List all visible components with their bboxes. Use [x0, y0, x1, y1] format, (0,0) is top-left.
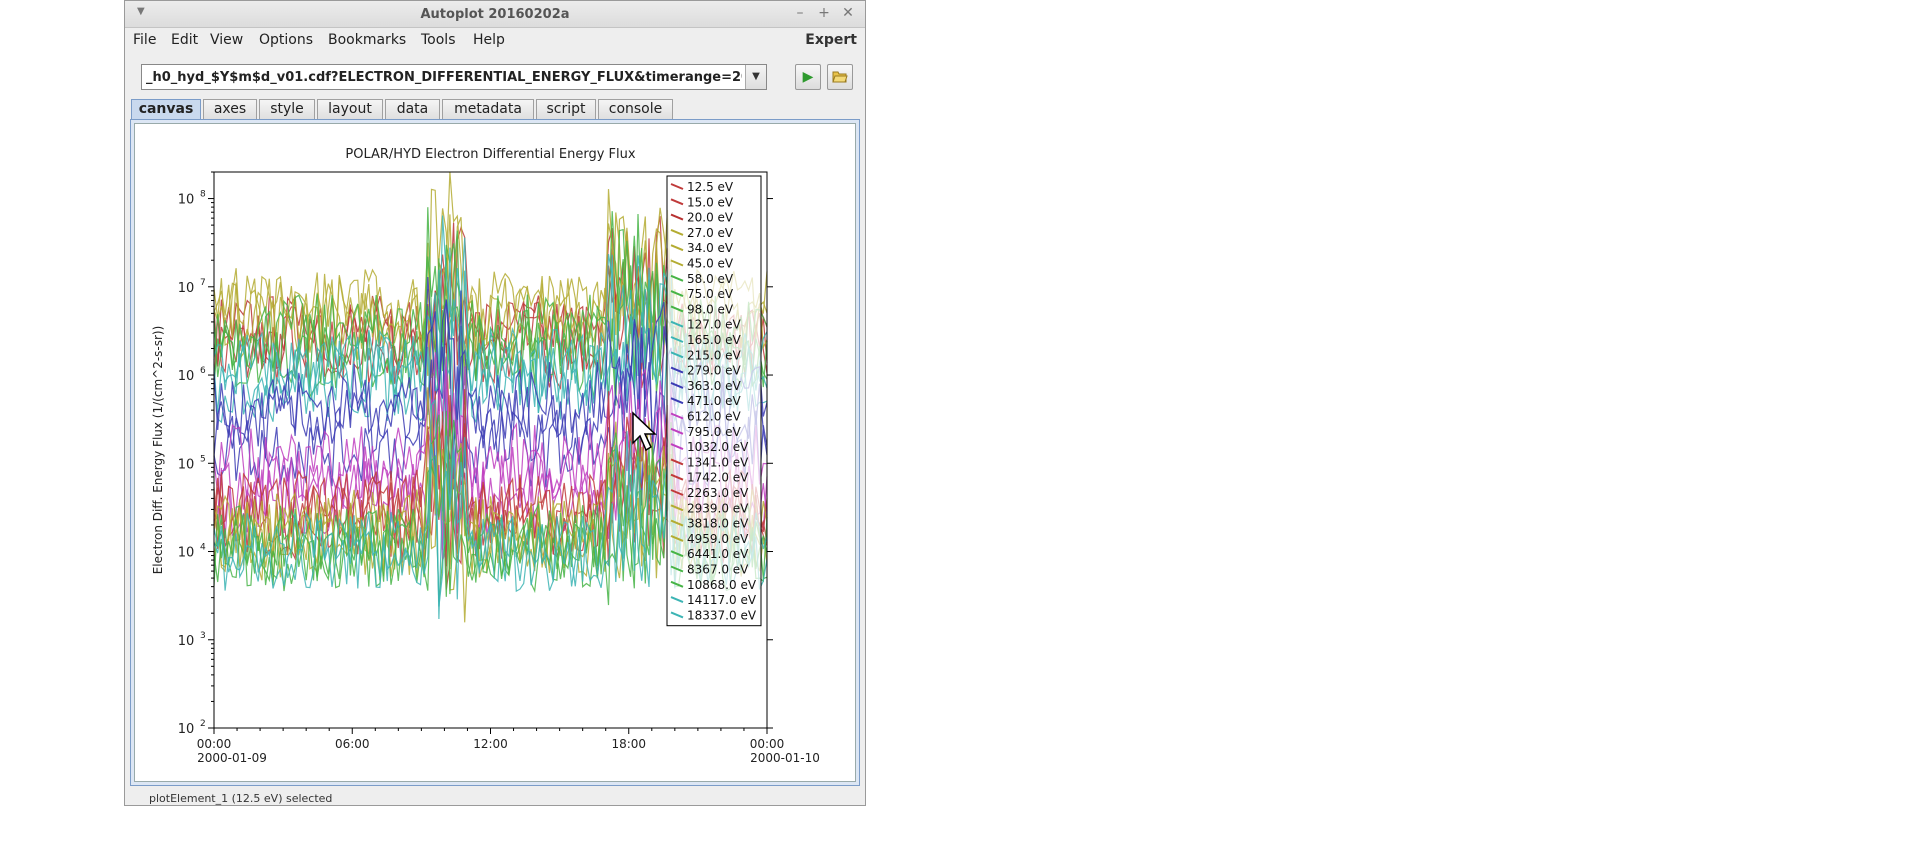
menu-view[interactable]: View: [210, 28, 243, 52]
y-tick-exponent: 2: [200, 719, 206, 729]
y-tick-label: 10: [178, 634, 195, 649]
menu-bar: File Edit View Options Bookmarks Tools H…: [125, 28, 865, 52]
canvas-panel: POLAR/HYD Electron Differential Energy F…: [130, 119, 860, 786]
expert-toggle[interactable]: Expert: [805, 28, 857, 52]
status-bar: plotElement_1 (12.5 eV) selected: [125, 791, 865, 807]
tab-layout[interactable]: layout: [317, 99, 383, 119]
y-tick-label: 10: [178, 722, 195, 737]
menu-bookmarks[interactable]: Bookmarks: [328, 28, 406, 52]
plot-area[interactable]: POLAR/HYD Electron Differential Energy F…: [135, 124, 857, 783]
x-tick-label: 12:00: [473, 737, 508, 751]
tab-metadata[interactable]: metadata: [442, 99, 534, 119]
x-tick-date-label: 2000-01-10: [750, 751, 820, 765]
legend-label: 6441.0 eV: [687, 547, 749, 561]
x-tick-label: 18:00: [611, 737, 646, 751]
play-icon: ▶: [802, 69, 814, 85]
maximize-icon[interactable]: +: [815, 4, 833, 22]
menu-help[interactable]: Help: [473, 28, 505, 52]
y-axis-label: Electron Diff. Energy Flux (1/(cm^2-s-sr…: [151, 326, 165, 575]
legend-label: 18337.0 eV: [687, 608, 757, 622]
y-tick-exponent: 4: [200, 543, 206, 553]
title-bar[interactable]: ▼ Autoplot 20160202a – + ✕: [125, 1, 865, 28]
y-tick-label: 10: [178, 193, 195, 208]
tab-canvas[interactable]: canvas: [131, 99, 201, 119]
y-tick-label: 10: [178, 369, 195, 384]
menu-edit[interactable]: Edit: [171, 28, 198, 52]
legend-label: 165.0 eV: [687, 333, 742, 347]
y-tick-label: 10: [178, 546, 195, 561]
legend-label: 8367.0 eV: [687, 563, 749, 577]
tab-style[interactable]: style: [259, 99, 315, 119]
legend-label: 471.0 eV: [687, 394, 742, 408]
y-tick-exponent: 3: [200, 631, 206, 641]
legend-label: 98.0 eV: [687, 302, 734, 316]
legend-label: 2263.0 eV: [687, 486, 749, 500]
legend-label: 795.0 eV: [687, 425, 742, 439]
legend-label: 14117.0 eV: [687, 593, 757, 607]
y-tick-exponent: 8: [200, 190, 206, 200]
y-tick-exponent: 6: [200, 366, 206, 376]
minimize-icon[interactable]: –: [791, 4, 809, 22]
legend-label: 279.0 eV: [687, 364, 742, 378]
y-tick-label: 10: [178, 457, 195, 472]
tab-axes[interactable]: axes: [203, 99, 257, 119]
tab-console[interactable]: console: [598, 99, 673, 119]
legend: 12.5 eV15.0 eV 20.0 eV27.0 eV34.0 eV 45.0 …: [666, 175, 762, 627]
legend-label: 45.0 eV: [687, 257, 734, 271]
browse-button[interactable]: [827, 64, 853, 90]
x-tick-label: 06:00: [335, 737, 370, 751]
legend-label: 2939.0 eV: [687, 501, 749, 515]
uri-input[interactable]: [142, 65, 746, 89]
x-tick-date-label: 2000-01-09: [197, 751, 267, 765]
legend-label: 127.0 eV: [687, 318, 742, 332]
legend-label: 34.0 eV: [687, 241, 734, 255]
menu-tools[interactable]: Tools: [421, 28, 456, 52]
legend-label: 27.0 eV: [687, 226, 734, 240]
plot-canvas[interactable]: POLAR/HYD Electron Differential Energy F…: [134, 123, 856, 782]
window-title: Autoplot 20160202a: [420, 7, 570, 22]
autoplot-window: ▼ Autoplot 20160202a – + ✕ File Edit Vie…: [124, 0, 866, 806]
menu-file[interactable]: File: [133, 28, 156, 52]
uri-combobox[interactable]: ▼: [141, 64, 767, 90]
legend-label: 612.0 eV: [687, 410, 742, 424]
x-tick-label: 00:00: [197, 737, 232, 751]
y-tick-label: 10: [178, 281, 195, 296]
folder-open-icon: [832, 71, 848, 83]
legend-label: 58.0 eV: [687, 272, 734, 286]
legend-label: 363.0 eV: [687, 379, 742, 393]
chevron-down-icon[interactable]: ▼: [745, 65, 766, 89]
menu-options[interactable]: Options: [259, 28, 313, 52]
legend-label: 4959.0 eV: [687, 532, 749, 546]
legend-label: 20.0 eV: [687, 211, 734, 225]
tab-script[interactable]: script: [536, 99, 596, 119]
legend-label: 3818.0 eV: [687, 517, 749, 531]
legend-label: 75.0 eV: [687, 287, 734, 301]
y-tick-exponent: 5: [200, 454, 206, 464]
status-text: plotElement_1 (12.5 eV) selected: [149, 792, 333, 805]
y-tick-exponent: 7: [200, 278, 206, 288]
chart-title: POLAR/HYD Electron Differential Energy F…: [345, 147, 635, 162]
legend-label: 10868.0 eV: [687, 578, 757, 592]
tab-data[interactable]: data: [385, 99, 440, 119]
legend-label: 215.0 eV: [687, 348, 742, 362]
go-button[interactable]: ▶: [795, 64, 821, 90]
legend-label: 15.0 eV: [687, 195, 734, 209]
close-icon[interactable]: ✕: [839, 4, 857, 22]
legend-label: 1032.0 eV: [687, 440, 749, 454]
x-tick-label: 00:00: [750, 737, 785, 751]
legend-label: 12.5 eV: [687, 180, 734, 194]
legend-label: 1341.0 eV: [687, 455, 749, 469]
legend-label: 1742.0 eV: [687, 471, 749, 485]
